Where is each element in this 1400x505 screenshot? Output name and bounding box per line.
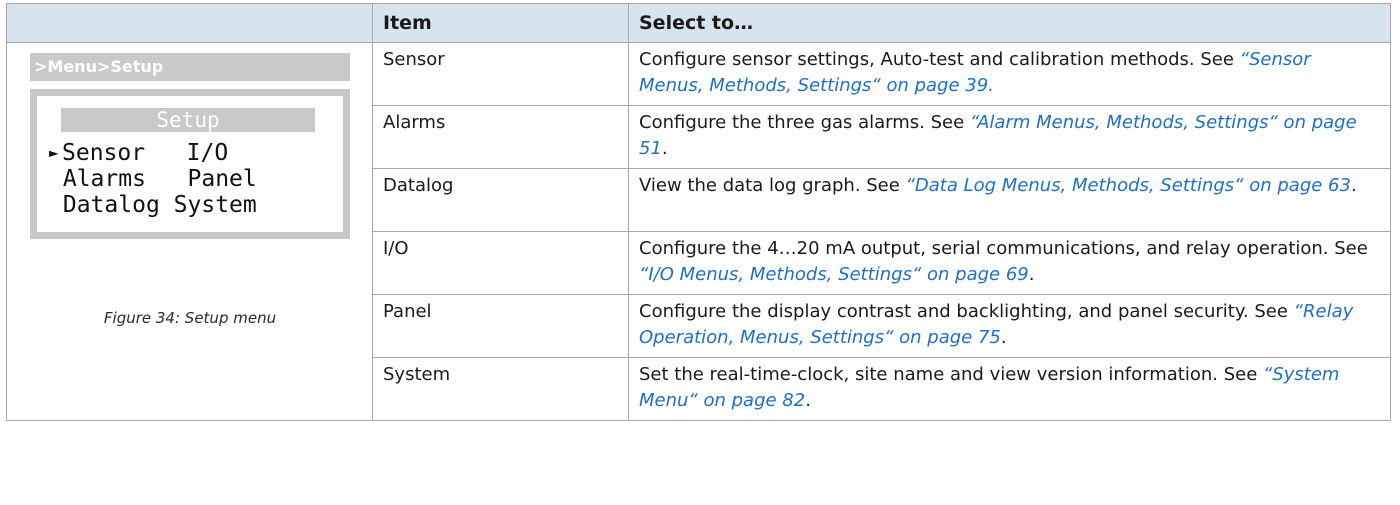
description-suffix: . xyxy=(661,138,668,159)
item-cell: Sensor xyxy=(372,42,629,106)
lcd-option-panel: Panel xyxy=(187,166,257,192)
lcd-option-datalog: Datalog xyxy=(62,192,160,218)
lcd-option-sensor: Sensor xyxy=(62,140,146,166)
item-cell: I/O xyxy=(372,231,629,295)
lcd-menu-line: Datalog System xyxy=(49,192,257,218)
description-suffix: . xyxy=(1000,327,1007,348)
description-cell: Configure the three gas alarms. See “Ala… xyxy=(628,105,1391,169)
selection-arrow-icon: ► xyxy=(49,143,59,162)
description-suffix: . xyxy=(1350,175,1357,196)
description-cell: View the data log graph. See “Data Log M… xyxy=(628,168,1391,232)
item-column-header: Item xyxy=(372,3,629,43)
description-text: Configure the three gas alarms. See xyxy=(639,112,970,133)
lcd-option-system: System xyxy=(173,192,257,218)
item-cell: Datalog xyxy=(372,168,629,232)
description-text: Configure the 4…20 mA output, serial com… xyxy=(639,238,1368,259)
description-text: View the data log graph. See xyxy=(639,175,906,196)
description-suffix: . xyxy=(1028,264,1035,285)
item-cell: System xyxy=(372,357,629,421)
cross-reference-link[interactable]: “I/O Menus, Methods, Settings“ on page 6… xyxy=(639,264,1029,285)
item-cell: Alarms xyxy=(372,105,629,169)
lcd-menu-line: Alarms Panel xyxy=(49,166,257,192)
figure-cell: >Menu>Setup Setup ► Sensor I/O Alarms Pan… xyxy=(6,42,373,421)
description-text: Set the real-time-clock, site name and v… xyxy=(639,364,1264,385)
description-cell: Configure the display contrast and backl… xyxy=(628,294,1391,358)
description-text: Configure sensor settings, Auto-test and… xyxy=(639,49,1240,70)
table-header-row: Item Select to… xyxy=(6,3,1391,43)
item-cell: Panel xyxy=(372,294,629,358)
setup-menu-table: Item Select to… >Menu>Setup Setup ► Senso… xyxy=(6,3,1391,421)
blank-header-cell xyxy=(6,3,373,43)
cross-reference-link[interactable]: “Data Log Menus, Methods, Settings“ on p… xyxy=(906,175,1351,196)
table-row: >Menu>Setup Setup ► Sensor I/O Alarms Pan… xyxy=(6,42,1391,421)
menu-path-bar: >Menu>Setup xyxy=(30,53,350,81)
figure-caption: Figure 34: Setup menu xyxy=(103,309,277,327)
lcd-menu-line: ► Sensor I/O xyxy=(49,140,228,166)
lcd-screen: Setup ► Sensor I/O Alarms Panel Datalog S… xyxy=(30,89,350,239)
description-suffix: . xyxy=(805,390,811,411)
description-text: Configure the display contrast and backl… xyxy=(639,301,1294,322)
description-cell: Configure sensor settings, Auto-test and… xyxy=(628,42,1391,106)
select-column-header: Select to… xyxy=(628,3,1391,43)
lcd-screen-title: Setup xyxy=(61,108,315,132)
description-cell: Set the real-time-clock, site name and v… xyxy=(628,357,1391,421)
lcd-option-alarms: Alarms xyxy=(62,166,146,192)
lcd-option-io: I/O xyxy=(186,140,229,166)
description-cell: Configure the 4…20 mA output, serial com… xyxy=(628,231,1391,295)
